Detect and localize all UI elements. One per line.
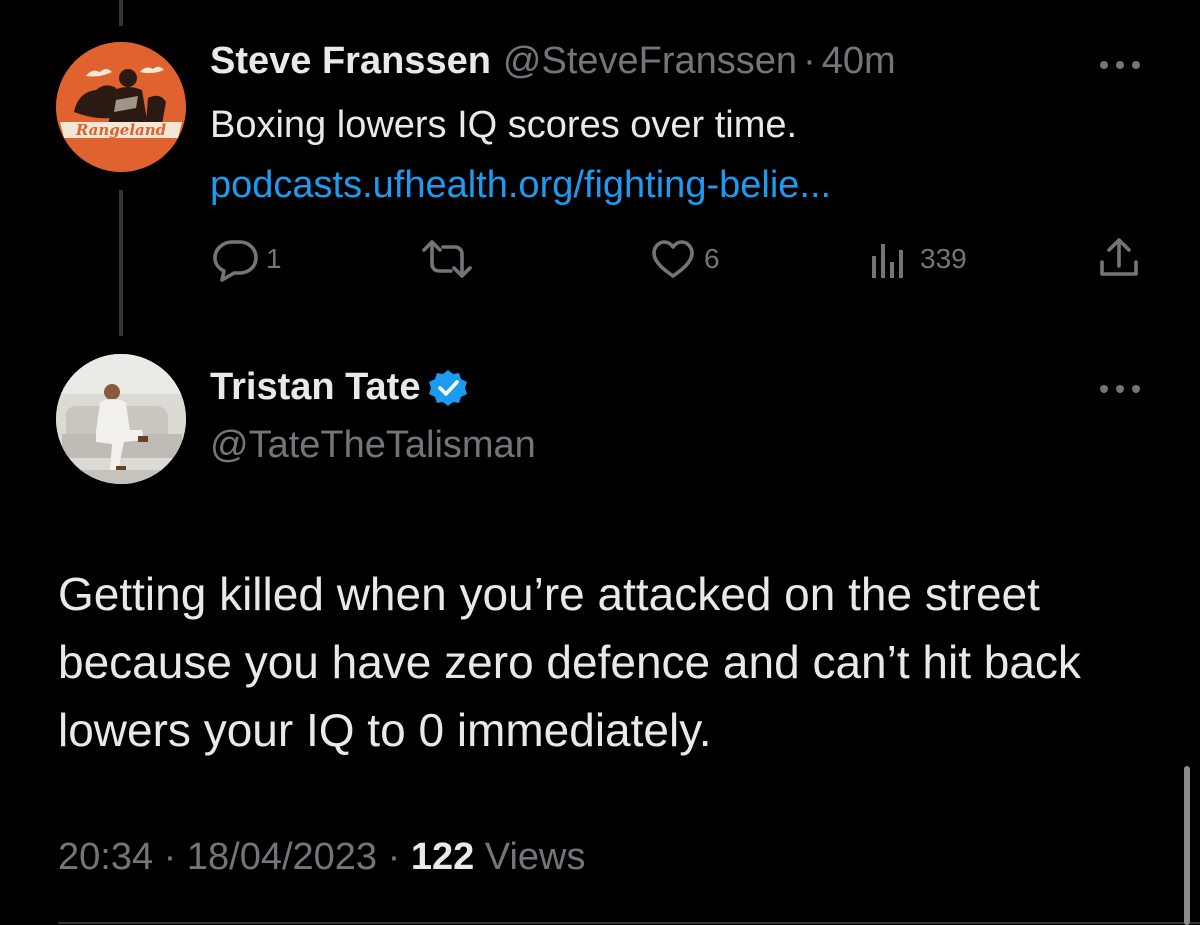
- views-chart-icon: [872, 244, 903, 278]
- more-options-icon[interactable]: [1098, 383, 1142, 395]
- tweet-time[interactable]: 20:34: [58, 836, 153, 878]
- like-button[interactable]: 6: [650, 236, 720, 282]
- rangeland-logo-icon: Rangeland: [56, 42, 186, 172]
- like-count: 6: [704, 243, 720, 274]
- views-count: 339: [920, 243, 967, 274]
- thread-line-top: [119, 0, 123, 26]
- share-button[interactable]: [1096, 236, 1142, 282]
- divider: [58, 922, 1200, 924]
- more-options-icon[interactable]: [1098, 59, 1142, 71]
- author-name[interactable]: Tristan Tate: [210, 366, 420, 409]
- tweet-metadata: 20:34 · 18/04/2023 · 122 Views: [58, 836, 586, 879]
- tweet-date[interactable]: 18/04/2023: [187, 836, 377, 878]
- parent-tweet-header: Steve Franssen @SteveFranssen · 40m: [210, 40, 896, 83]
- separator-dot: ·: [163, 836, 177, 878]
- scrollbar[interactable]: [1184, 766, 1190, 925]
- reply-icon: [213, 240, 258, 282]
- author-handle[interactable]: @SteveFranssen: [503, 40, 797, 83]
- main-tweet-text: Getting killed when you’re attacked on t…: [58, 568, 1081, 756]
- author-handle[interactable]: @TateTheTalisman: [210, 424, 536, 467]
- views-label: Views: [484, 836, 586, 878]
- parent-tweet-text: Boxing lowers IQ scores over time.: [210, 104, 798, 146]
- tweet-link[interactable]: podcasts.ufhealth.org/fighting-belie...: [210, 164, 831, 207]
- heart-icon: [652, 240, 694, 278]
- avatar[interactable]: Rangeland: [56, 42, 186, 172]
- share-icon: [1100, 238, 1138, 276]
- reply-count: 1: [266, 243, 282, 274]
- separator-dot: ·: [387, 836, 401, 878]
- views-count[interactable]: 122: [411, 836, 474, 878]
- reply-button[interactable]: 1: [212, 236, 282, 282]
- retweet-button[interactable]: [420, 236, 482, 282]
- profile-photo: [56, 354, 186, 484]
- svg-text:Rangeland: Rangeland: [75, 121, 167, 139]
- tweet-time-ago[interactable]: 40m: [822, 40, 896, 83]
- author-name[interactable]: Steve Franssen: [210, 40, 491, 83]
- views-button[interactable]: 339: [866, 236, 967, 282]
- avatar[interactable]: [56, 354, 186, 484]
- separator-dot: ·: [803, 40, 816, 82]
- main-tweet-header: Tristan Tate: [210, 366, 468, 409]
- verified-badge-icon[interactable]: [428, 368, 468, 408]
- thread-line: [119, 190, 123, 336]
- retweet-icon: [422, 240, 472, 278]
